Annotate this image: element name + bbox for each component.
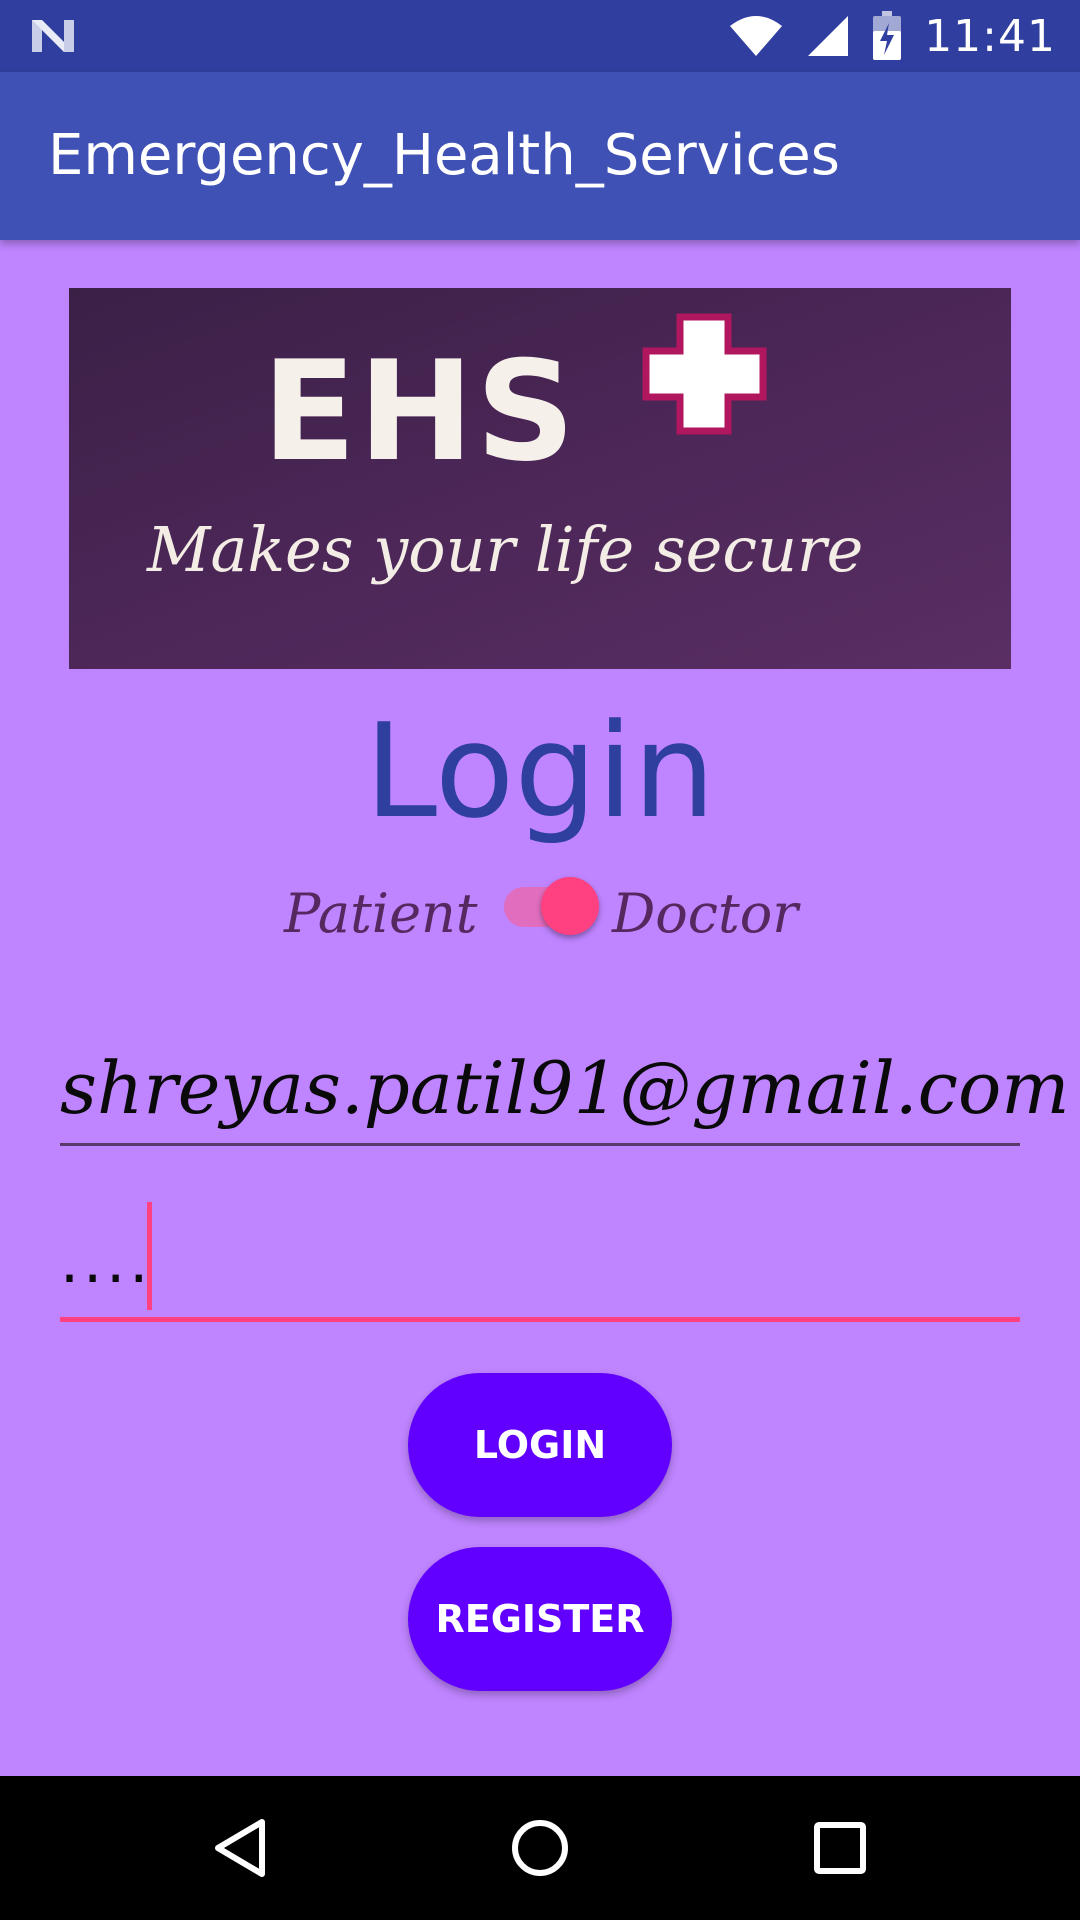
- login-button[interactable]: LOGIN: [408, 1373, 672, 1517]
- banner-logo-text: EHS: [262, 331, 578, 492]
- app-bar: Emergency_Health_Services: [0, 72, 1080, 240]
- email-value[interactable]: shreyas.patil91@gmail.com: [60, 1046, 1070, 1130]
- navigation-bar: [0, 1776, 1080, 1920]
- password-field[interactable]: ....: [60, 1196, 1020, 1322]
- recents-button[interactable]: [760, 1776, 920, 1920]
- email-field[interactable]: shreyas.patil91@gmail.com: [60, 1030, 1070, 1146]
- doctor-label: Doctor: [612, 882, 799, 945]
- home-button[interactable]: [460, 1776, 620, 1920]
- patient-label: Patient: [284, 882, 478, 945]
- password-underline: [60, 1317, 1020, 1322]
- login-heading: Login: [364, 695, 716, 847]
- wifi-icon: [730, 16, 783, 56]
- text-cursor: [147, 1202, 152, 1310]
- medical-cross-icon: [642, 313, 767, 435]
- status-time: 11:41: [924, 10, 1056, 62]
- role-switch-thumb[interactable]: [541, 877, 599, 935]
- home-icon: [512, 1820, 568, 1876]
- back-icon: [215, 1819, 265, 1877]
- cell-signal-icon: [808, 16, 849, 56]
- app-title: Emergency_Health_Services: [48, 123, 840, 188]
- battery-charging-icon: [873, 11, 902, 60]
- status-icons: 11:41: [728, 0, 1056, 72]
- status-bar: 11:41: [0, 0, 1080, 72]
- email-underline: [60, 1143, 1020, 1146]
- password-mask[interactable]: ....: [60, 1232, 152, 1292]
- back-button[interactable]: [160, 1776, 320, 1920]
- banner-tagline: Makes your life secure: [147, 513, 864, 586]
- n-notification-icon: [32, 20, 74, 52]
- ehs-banner-image: EHS Makes your life secure: [69, 288, 1011, 669]
- register-button[interactable]: REGISTER: [408, 1547, 672, 1691]
- recents-icon: [814, 1822, 866, 1874]
